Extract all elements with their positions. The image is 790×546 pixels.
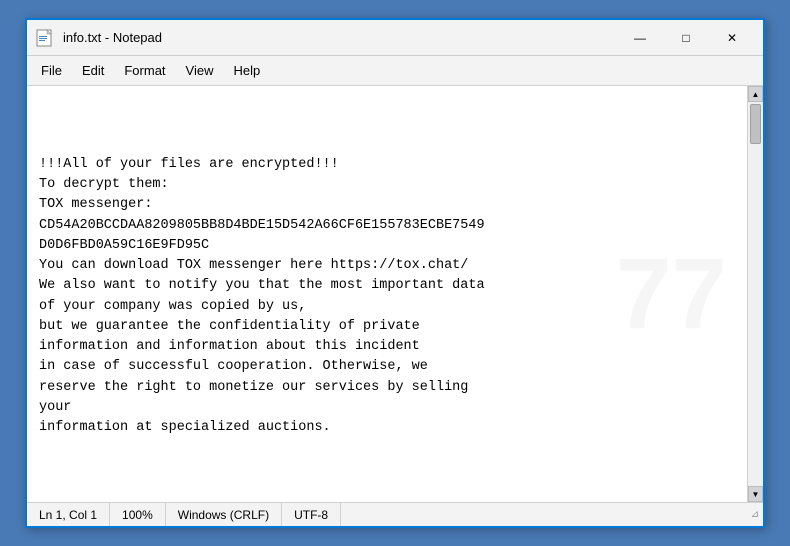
menu-file[interactable]: File <box>31 59 72 82</box>
window-title: info.txt - Notepad <box>63 30 617 45</box>
menu-view[interactable]: View <box>176 59 224 82</box>
menu-format[interactable]: Format <box>114 59 175 82</box>
menu-edit[interactable]: Edit <box>72 59 114 82</box>
cursor-position: Ln 1, Col 1 <box>27 503 110 526</box>
text-editor[interactable]: 77 !!!All of your files are encrypted!!!… <box>27 86 747 502</box>
menubar: File Edit Format View Help <box>27 56 763 86</box>
text-content: !!!All of your files are encrypted!!! To… <box>39 155 735 439</box>
resize-grip[interactable]: ⊿ <box>747 503 763 527</box>
app-icon <box>35 28 55 48</box>
statusbar: Ln 1, Col 1 100% Windows (CRLF) UTF-8 ⊿ <box>27 502 763 526</box>
scroll-thumb[interactable] <box>750 104 761 144</box>
maximize-button[interactable]: □ <box>663 22 709 54</box>
notepad-window: info.txt - Notepad — □ ✕ File Edit Forma… <box>25 18 765 528</box>
close-button[interactable]: ✕ <box>709 22 755 54</box>
content-area: 77 !!!All of your files are encrypted!!!… <box>27 86 763 502</box>
encoding: UTF-8 <box>282 503 341 526</box>
window-controls: — □ ✕ <box>617 22 755 54</box>
line-endings: Windows (CRLF) <box>166 503 282 526</box>
scroll-down-button[interactable]: ▼ <box>748 486 763 502</box>
titlebar: info.txt - Notepad — □ ✕ <box>27 20 763 56</box>
minimize-button[interactable]: — <box>617 22 663 54</box>
menu-help[interactable]: Help <box>223 59 270 82</box>
scroll-track[interactable] <box>748 102 763 486</box>
zoom-level: 100% <box>110 503 166 526</box>
scrollbar: ▲ ▼ <box>747 86 763 502</box>
scroll-up-button[interactable]: ▲ <box>748 86 763 102</box>
